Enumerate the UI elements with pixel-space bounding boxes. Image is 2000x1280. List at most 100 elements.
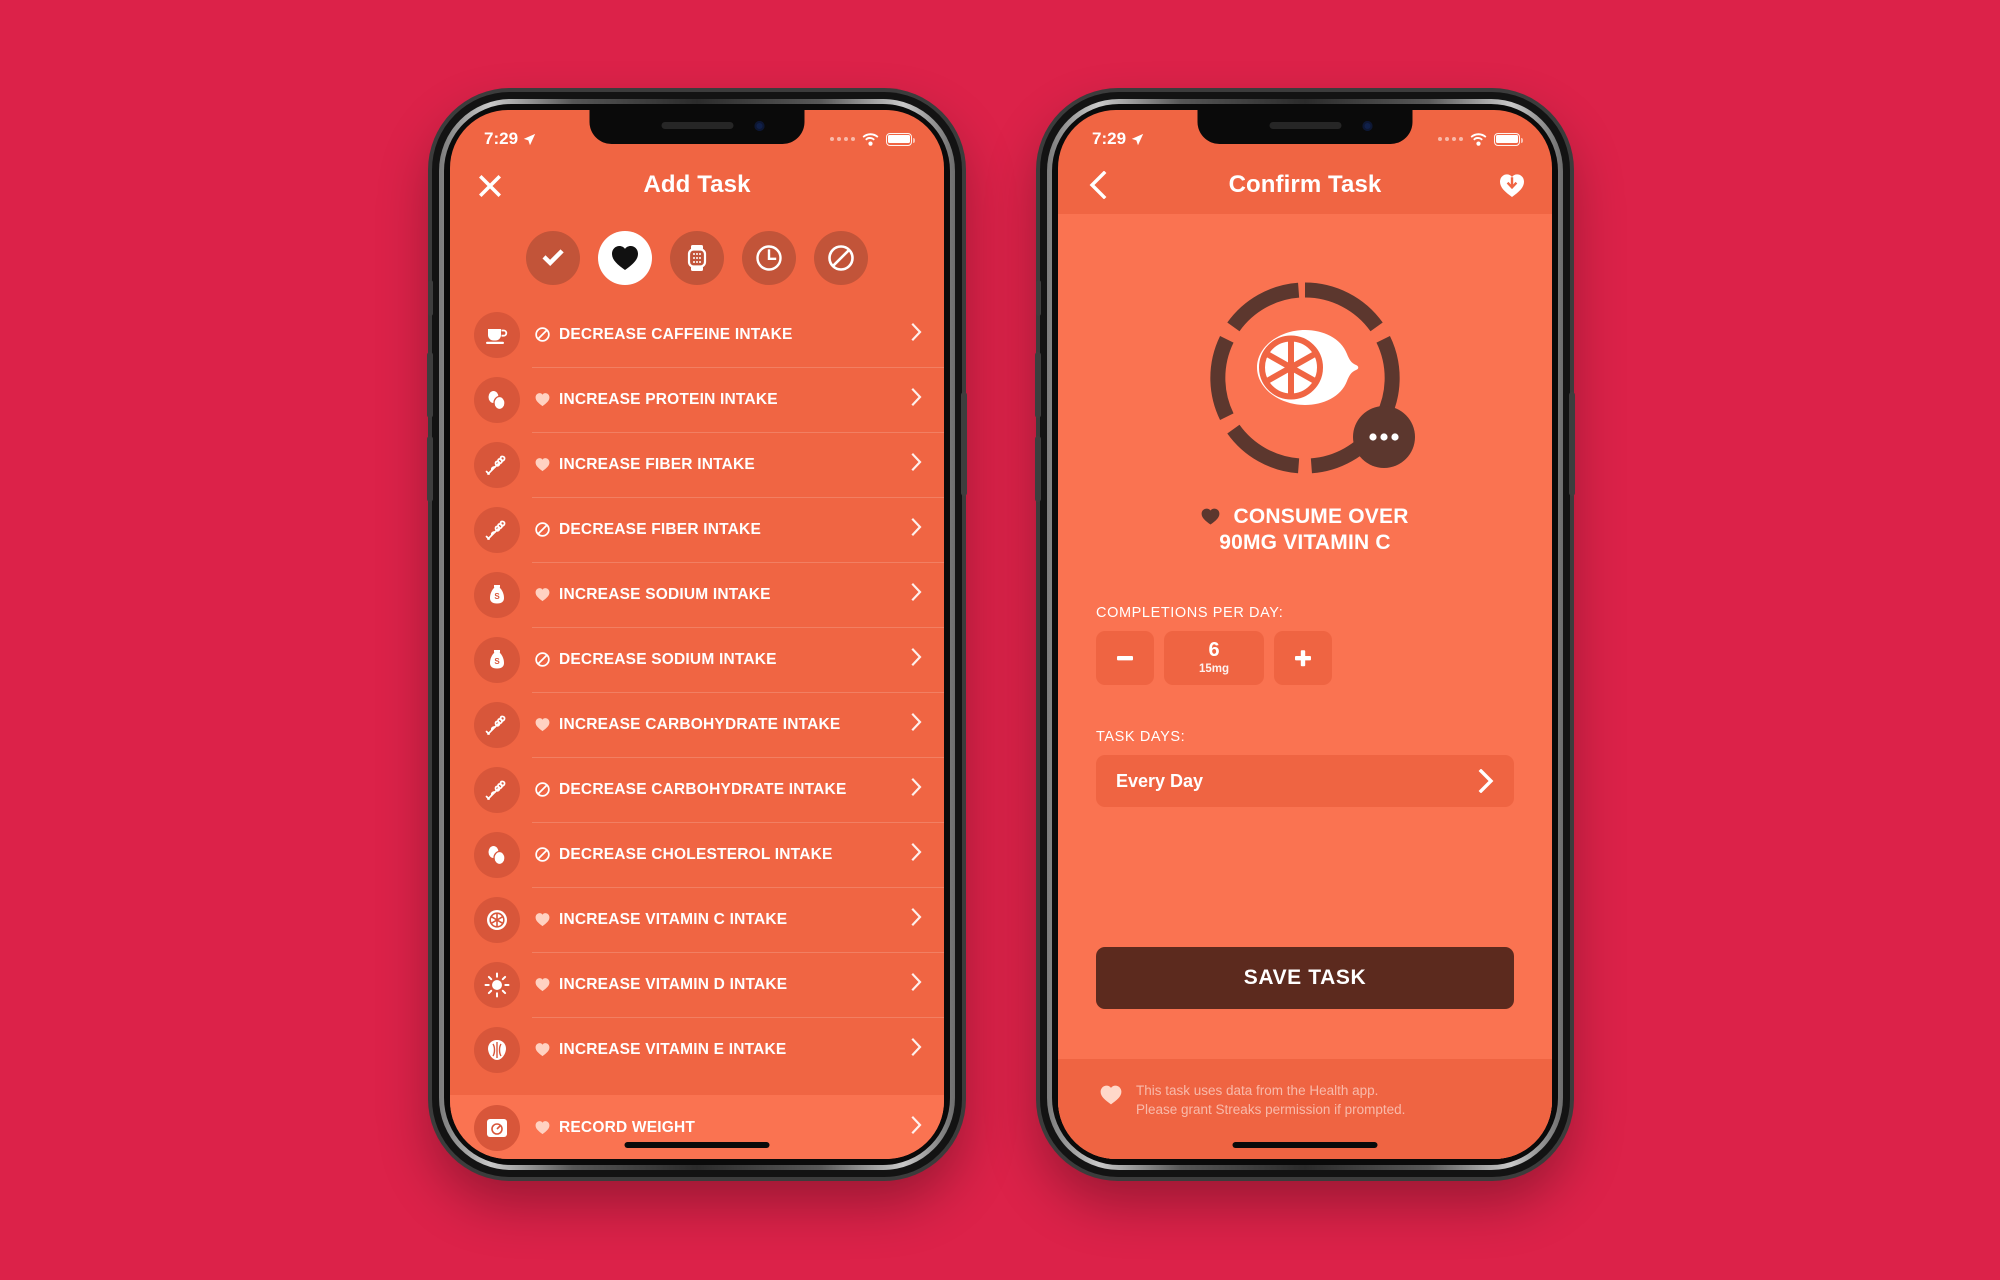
task-days-label: TASK DAYS: xyxy=(1096,729,1186,746)
chevron-right-icon xyxy=(911,713,922,736)
heart-icon xyxy=(535,978,550,992)
mute-switch-left[interactable] xyxy=(428,280,433,316)
location-arrow-icon xyxy=(523,133,536,145)
decrement-button[interactable] xyxy=(1096,631,1154,686)
task-list-item[interactable]: RECORD WEIGHT xyxy=(450,1095,944,1159)
watch-icon xyxy=(687,245,707,271)
screenshot-canvas: 7:29 Add Task DECREASE CAFFEINE INTAKE I… xyxy=(0,0,2000,1280)
prohibition-icon xyxy=(535,327,550,342)
back-button[interactable] xyxy=(1078,165,1118,205)
category-tab-negative[interactable] xyxy=(814,231,868,285)
clock-icon xyxy=(756,245,782,271)
front-camera-left xyxy=(754,121,765,131)
page-title: Confirm Task xyxy=(1228,171,1382,198)
task-item-label: INCREASE VITAMIN E INTAKE xyxy=(559,1040,787,1058)
wifi-icon xyxy=(1470,132,1487,146)
category-tab-check[interactable] xyxy=(526,231,580,285)
salt-shaker-icon: S xyxy=(490,649,504,668)
citrus-icon xyxy=(487,909,507,930)
power-button-right[interactable] xyxy=(1569,392,1575,496)
chevron-right-icon xyxy=(911,908,922,931)
task-list-item[interactable]: S DECREASE SODIUM INTAKE xyxy=(450,627,944,692)
task-item-label: INCREASE FIBER INTAKE xyxy=(559,455,755,473)
eggs-icon xyxy=(488,390,506,410)
task-item-icon xyxy=(474,376,520,423)
task-list-item[interactable]: INCREASE VITAMIN C INTAKE xyxy=(450,887,944,952)
chevron-right-icon xyxy=(911,518,922,541)
task-item-label: DECREASE CHOLESTEROL INTAKE xyxy=(559,845,833,863)
prohibition-icon xyxy=(828,245,854,271)
chevron-right-icon xyxy=(1478,769,1494,794)
wifi-icon xyxy=(862,132,879,146)
nav-bar-left: Add Task xyxy=(450,156,944,214)
task-list-item[interactable]: INCREASE PROTEIN INTAKE xyxy=(450,367,944,432)
task-list-item[interactable]: DECREASE CARBOHYDRATE INTAKE xyxy=(450,757,944,822)
screen-confirm-task: 7:29 Confirm Task CONSUME OVER 90MG VITA… xyxy=(1058,110,1552,1159)
svg-text:S: S xyxy=(494,657,500,666)
minus-icon xyxy=(1117,656,1133,661)
increment-button[interactable] xyxy=(1274,631,1332,686)
close-button[interactable] xyxy=(470,165,510,205)
nut-icon xyxy=(488,1039,506,1060)
task-item-icon xyxy=(474,1104,520,1151)
task-list-item[interactable]: INCREASE FIBER INTAKE xyxy=(450,432,944,497)
volume-down-button-left[interactable] xyxy=(427,436,433,502)
task-list-bottom-row-area: RECORD WEIGHT xyxy=(450,1095,944,1159)
task-list-item[interactable]: INCREASE VITAMIN D INTAKE xyxy=(450,952,944,1017)
category-tab-watch[interactable] xyxy=(670,231,724,285)
task-list[interactable]: DECREASE CAFFEINE INTAKE INCREASE PROTEIN… xyxy=(450,302,944,1159)
front-camera-right xyxy=(1362,121,1373,131)
salt-shaker-icon: S xyxy=(490,584,504,603)
wheat-icon xyxy=(485,455,506,475)
plus-icon xyxy=(1295,650,1311,667)
mute-switch-right[interactable] xyxy=(1036,280,1041,316)
chevron-right-icon xyxy=(911,388,922,411)
chevron-right-icon xyxy=(911,778,922,801)
task-list-item[interactable]: DECREASE CAFFEINE INTAKE xyxy=(450,302,944,367)
power-button-left[interactable] xyxy=(961,392,967,496)
completions-unit: 15mg xyxy=(1198,663,1230,676)
task-days-section: TASK DAYS: Every Day xyxy=(1058,729,1552,808)
completions-value[interactable]: 6 15mg xyxy=(1164,631,1264,686)
heart-icon xyxy=(535,393,550,407)
chevron-right-icon xyxy=(911,648,922,671)
volume-up-button-left[interactable] xyxy=(427,352,433,418)
task-list-item[interactable]: S INCREASE SODIUM INTAKE xyxy=(450,562,944,627)
home-indicator-left xyxy=(624,1142,770,1148)
task-item-icon xyxy=(474,896,520,943)
volume-down-button-right[interactable] xyxy=(1035,436,1041,502)
save-to-health-button[interactable] xyxy=(1492,165,1532,205)
heart-icon xyxy=(535,588,550,602)
lemon-icon xyxy=(1257,330,1359,405)
notch-left xyxy=(589,110,805,144)
earpiece-speaker-left xyxy=(661,122,733,129)
volume-up-button-right[interactable] xyxy=(1035,352,1041,418)
ellipsis-icon xyxy=(1369,433,1399,441)
category-tab-health[interactable] xyxy=(598,231,652,285)
task-days-selector[interactable]: Every Day xyxy=(1096,755,1514,808)
task-item-icon xyxy=(474,311,520,358)
task-list-item[interactable]: INCREASE VITAMIN E INTAKE xyxy=(450,1017,944,1082)
task-goal-line-1: CONSUME OVER xyxy=(1233,505,1409,528)
task-item-icon: S xyxy=(474,571,520,618)
task-list-item[interactable]: DECREASE CHOLESTEROL INTAKE xyxy=(450,822,944,887)
task-list-item[interactable]: INCREASE CARBOHYDRATE INTAKE xyxy=(450,692,944,757)
heart-icon xyxy=(535,913,550,927)
category-tab-timer[interactable] xyxy=(742,231,796,285)
battery-icon xyxy=(886,132,915,146)
task-item-label: RECORD WEIGHT xyxy=(559,1118,696,1136)
chevron-right-icon xyxy=(911,453,922,476)
task-item-label: INCREASE PROTEIN INTAKE xyxy=(559,390,778,408)
task-options-button[interactable] xyxy=(1353,406,1415,468)
task-item-label: INCREASE VITAMIN D INTAKE xyxy=(559,975,788,993)
confirm-task-body: CONSUME OVER 90MG VITAMIN C COMPLETIONS … xyxy=(1058,214,1552,1159)
task-item-label: INCREASE VITAMIN C INTAKE xyxy=(559,910,788,928)
completions-label: COMPLETIONS PER DAY: xyxy=(1096,605,1284,622)
save-task-button[interactable]: SAVE TASK xyxy=(1096,947,1514,1009)
phone-left: 7:29 Add Task DECREASE CAFFEINE INTAKE I… xyxy=(427,92,967,1177)
task-item-icon xyxy=(474,701,520,748)
task-item-icon xyxy=(474,506,520,553)
task-list-item[interactable]: DECREASE FIBER INTAKE xyxy=(450,497,944,562)
task-icon-ring xyxy=(1201,274,1415,482)
notch-right xyxy=(1197,110,1413,144)
